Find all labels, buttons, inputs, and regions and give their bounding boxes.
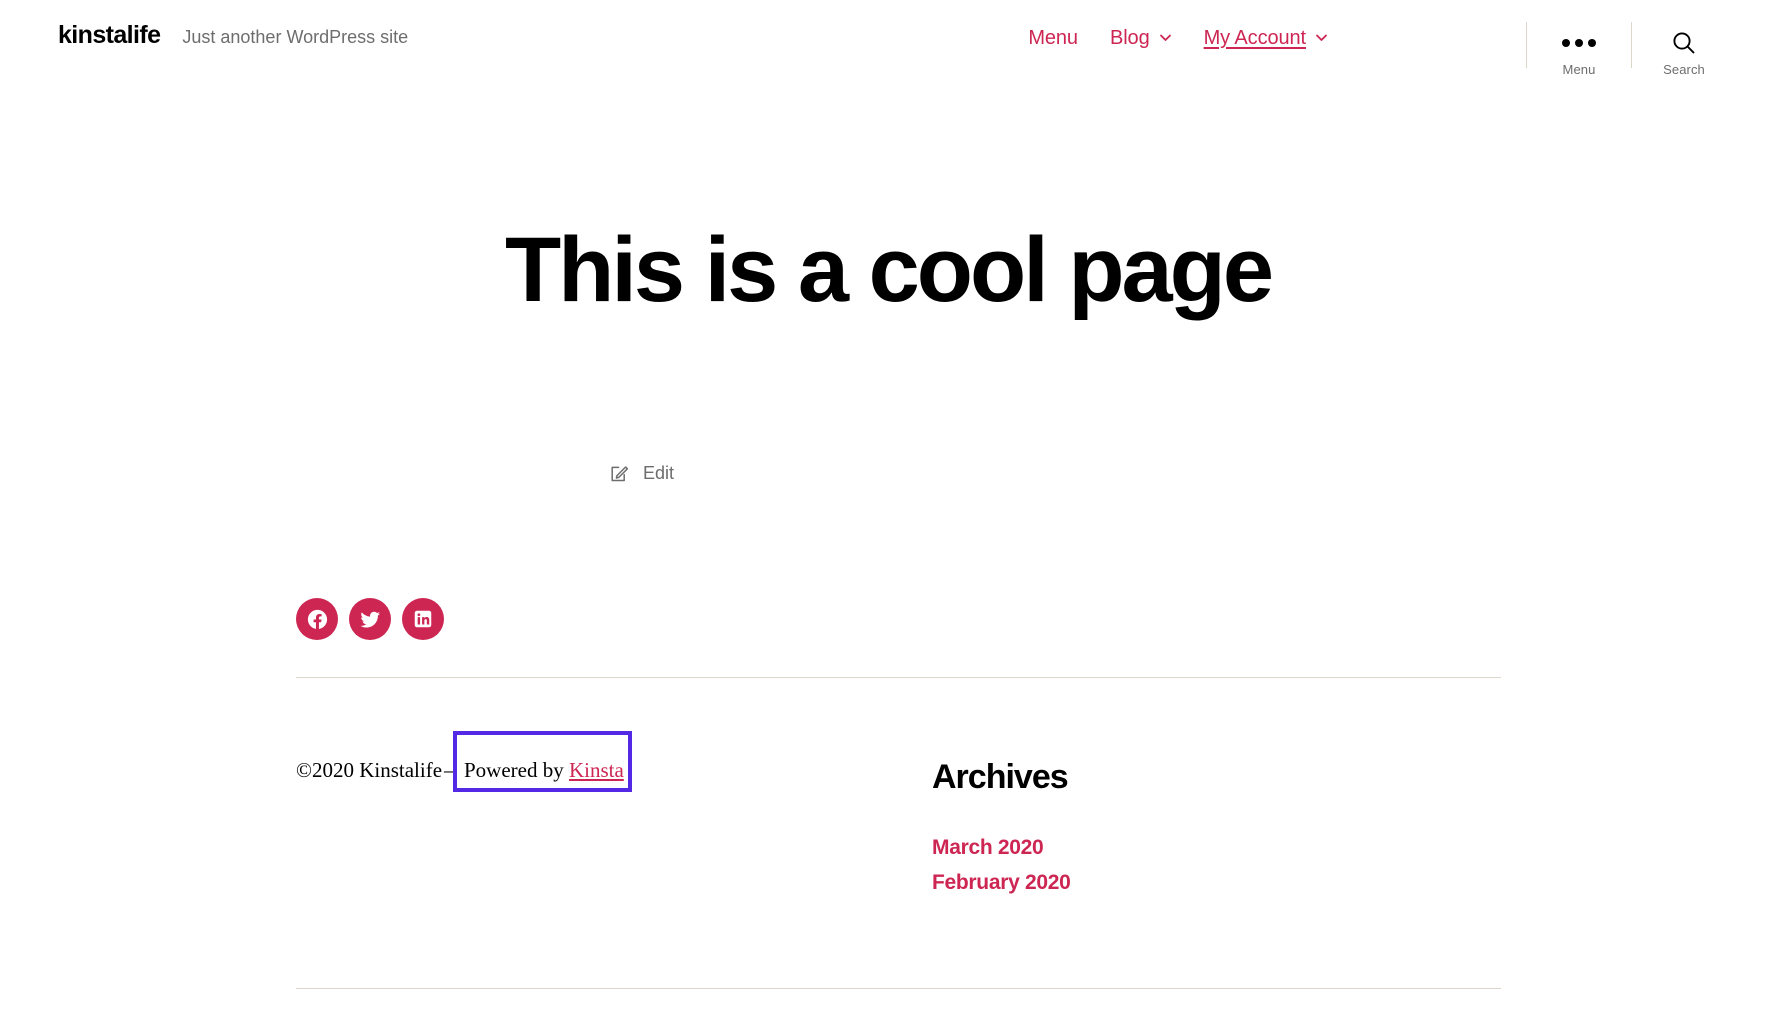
- linkedin-icon[interactable]: [402, 598, 444, 640]
- nav-item-menu[interactable]: Menu: [1028, 27, 1078, 50]
- edit-post-label: Edit: [643, 463, 675, 483]
- divider-bottom: [296, 988, 1501, 989]
- nav-item-label: Menu: [1028, 27, 1078, 49]
- list-item: March 2020: [932, 836, 1071, 860]
- divider-top: [296, 677, 1501, 678]
- page-root: kinstalife Just another WordPress site M…: [0, 0, 1776, 1026]
- site-tagline: Just another WordPress site: [182, 27, 409, 47]
- footer-copyright: ©2020 Kinstalife–: [296, 760, 457, 781]
- chevron-down-icon: [1315, 31, 1328, 44]
- header-toggles: Menu Search: [1526, 20, 1736, 77]
- archive-link-march-2020[interactable]: March 2020: [932, 836, 1044, 859]
- powered-by-credit: Powered by Kinsta: [464, 760, 624, 781]
- nav-item-label: My Account: [1203, 27, 1306, 49]
- kinsta-link[interactable]: Kinsta: [569, 758, 624, 782]
- menu-toggle-button[interactable]: Menu: [1527, 20, 1631, 77]
- site-title[interactable]: kinstalife: [58, 21, 161, 50]
- archive-link-february-2020[interactable]: February 2020: [932, 871, 1071, 894]
- social-links: [296, 598, 444, 640]
- search-icon: [1671, 30, 1697, 56]
- search-toggle-label: Search: [1663, 62, 1705, 77]
- ellipsis-icon: [1562, 30, 1596, 56]
- facebook-icon[interactable]: [296, 598, 338, 640]
- search-toggle-button[interactable]: Search: [1632, 20, 1736, 77]
- nav-item-label: Blog: [1109, 27, 1150, 49]
- site-branding: kinstalife Just another WordPress site: [58, 21, 409, 50]
- primary-navigation: Menu Blog My Account: [1028, 27, 1328, 50]
- copyright-separator: –: [444, 758, 455, 782]
- archives-widget: Archives March 2020 February 2020: [932, 760, 1071, 906]
- page-title: This is a cool page: [504, 218, 1274, 321]
- twitter-icon[interactable]: [349, 598, 391, 640]
- powered-by-prefix: Powered by: [464, 758, 569, 782]
- menu-toggle-label: Menu: [1562, 62, 1596, 77]
- site-header: kinstalife Just another WordPress site M…: [0, 0, 1776, 100]
- nav-item-blog[interactable]: Blog: [1110, 27, 1172, 50]
- edit-pencil-icon: [609, 464, 629, 484]
- list-item: February 2020: [932, 871, 1071, 895]
- edit-post-link[interactable]: Edit: [609, 463, 674, 484]
- archives-widget-title: Archives: [932, 758, 1069, 796]
- archives-list: March 2020 February 2020: [932, 836, 1071, 895]
- chevron-down-icon: [1159, 31, 1172, 44]
- nav-item-my-account[interactable]: My Account: [1204, 27, 1328, 50]
- copyright-text: ©2020 Kinstalife: [296, 758, 443, 782]
